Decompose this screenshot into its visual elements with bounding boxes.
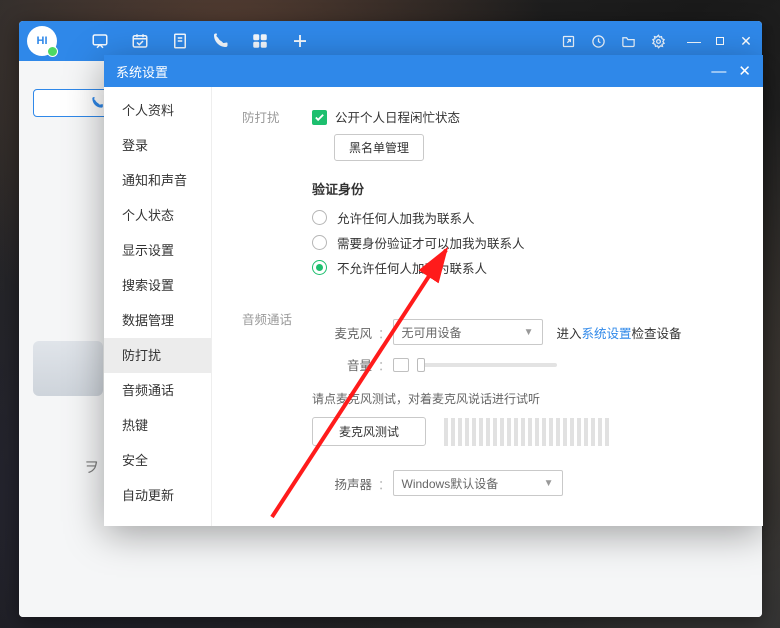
sidebar-item[interactable]: 通知和声音 bbox=[104, 163, 211, 198]
sidebar-item[interactable]: 自动更新 bbox=[104, 478, 211, 513]
app-logo[interactable]: HI bbox=[27, 26, 57, 56]
chevron-down-icon: ▼ bbox=[524, 327, 534, 338]
radio-icon bbox=[312, 210, 327, 225]
volume-slider[interactable] bbox=[417, 363, 557, 367]
verify-radio-option[interactable]: 不允许任何人加我为联系人 bbox=[312, 258, 739, 277]
popout-icon[interactable] bbox=[560, 33, 576, 49]
placeholder-text: ヲ bbox=[84, 456, 99, 477]
goto-settings-link[interactable]: 系统设置 bbox=[582, 327, 632, 341]
sidebar-item[interactable]: 安全 bbox=[104, 443, 211, 478]
radio-label: 需要身份验证才可以加我为联系人 bbox=[337, 233, 525, 252]
settings-content: 防打扰 公开个人日程闲忙状态 黑名单管理 验证身份 允许任何人加我为联系人需要身… bbox=[212, 87, 763, 526]
verify-identity-title: 验证身份 bbox=[312, 179, 739, 198]
radio-label: 允许任何人加我为联系人 bbox=[337, 208, 475, 227]
sidebar-item[interactable]: 搜索设置 bbox=[104, 268, 211, 303]
sidebar-item[interactable]: 热键 bbox=[104, 408, 211, 443]
settings-titlebar: 系统设置 — ✕ bbox=[104, 55, 763, 87]
goto-settings-text: 进入系统设置检查设备 bbox=[557, 323, 682, 342]
public-busy-label: 公开个人日程闲忙状态 bbox=[335, 107, 460, 126]
settings-sidebar: 个人资料登录通知和声音个人状态显示设置搜索设置数据管理防打扰音频通话热键安全自动… bbox=[104, 87, 212, 526]
mic-label: 麦克风 bbox=[312, 323, 372, 342]
mic-test-hint: 请点麦克风测试，对着麦克风说话进行试听 bbox=[312, 390, 739, 407]
contact-avatar-placeholder bbox=[33, 341, 103, 396]
radio-label: 不允许任何人加我为联系人 bbox=[337, 258, 487, 277]
sidebar-item[interactable]: 个人状态 bbox=[104, 198, 211, 233]
dialog-minimize-icon[interactable]: — bbox=[711, 64, 726, 79]
verify-radio-option[interactable]: 允许任何人加我为联系人 bbox=[312, 208, 739, 227]
sidebar-item[interactable]: 防打扰 bbox=[104, 338, 211, 373]
apps-icon[interactable] bbox=[251, 32, 269, 50]
public-busy-checkbox[interactable] bbox=[312, 110, 327, 125]
dialog-close-icon[interactable]: ✕ bbox=[738, 64, 751, 79]
speaker-select-value: Windows默认设备 bbox=[402, 475, 499, 492]
folder-icon[interactable] bbox=[620, 33, 636, 49]
minimize-icon[interactable]: — bbox=[686, 33, 702, 49]
radio-icon bbox=[312, 260, 327, 275]
section-label-dnd: 防打扰 bbox=[242, 107, 312, 126]
sidebar-item[interactable]: 音频通话 bbox=[104, 373, 211, 408]
verify-radio-option[interactable]: 需要身份验证才可以加我为联系人 bbox=[312, 233, 739, 252]
close-icon[interactable]: ✕ bbox=[738, 33, 754, 49]
plus-icon[interactable] bbox=[291, 32, 309, 50]
gear-icon[interactable] bbox=[650, 33, 666, 49]
settings-dialog: 系统设置 — ✕ 个人资料登录通知和声音个人状态显示设置搜索设置数据管理防打扰音… bbox=[104, 55, 763, 526]
settings-title-text: 系统设置 bbox=[116, 62, 168, 81]
radio-icon bbox=[312, 235, 327, 250]
mic-select-value: 无可用设备 bbox=[402, 324, 462, 341]
mic-test-button[interactable]: 麦克风测试 bbox=[312, 417, 426, 446]
mic-level-meter bbox=[444, 418, 609, 446]
phone-icon[interactable] bbox=[211, 32, 229, 50]
volume-icon bbox=[393, 358, 409, 372]
maximize-icon[interactable] bbox=[712, 33, 728, 49]
sidebar-item[interactable]: 登录 bbox=[104, 128, 211, 163]
chat-icon[interactable] bbox=[91, 32, 109, 50]
speaker-label: 扬声器 bbox=[312, 474, 372, 493]
sidebar-item[interactable]: 个人资料 bbox=[104, 93, 211, 128]
calendar-icon[interactable] bbox=[131, 32, 149, 50]
history-icon[interactable] bbox=[590, 33, 606, 49]
sidebar-item[interactable]: 显示设置 bbox=[104, 233, 211, 268]
search-input[interactable] bbox=[33, 89, 113, 117]
mic-select[interactable]: 无可用设备 ▼ bbox=[393, 319, 543, 345]
chevron-down-icon: ▼ bbox=[544, 478, 554, 489]
speaker-select[interactable]: Windows默认设备 ▼ bbox=[393, 470, 563, 496]
section-label-audio: 音频通话 bbox=[242, 309, 312, 328]
phone-icon bbox=[90, 96, 104, 110]
sidebar-item[interactable]: 数据管理 bbox=[104, 303, 211, 338]
blacklist-button[interactable]: 黑名单管理 bbox=[334, 134, 424, 161]
volume-slider-thumb[interactable] bbox=[417, 358, 425, 372]
notes-icon[interactable] bbox=[171, 32, 189, 50]
volume-label: 音量 bbox=[312, 355, 372, 374]
